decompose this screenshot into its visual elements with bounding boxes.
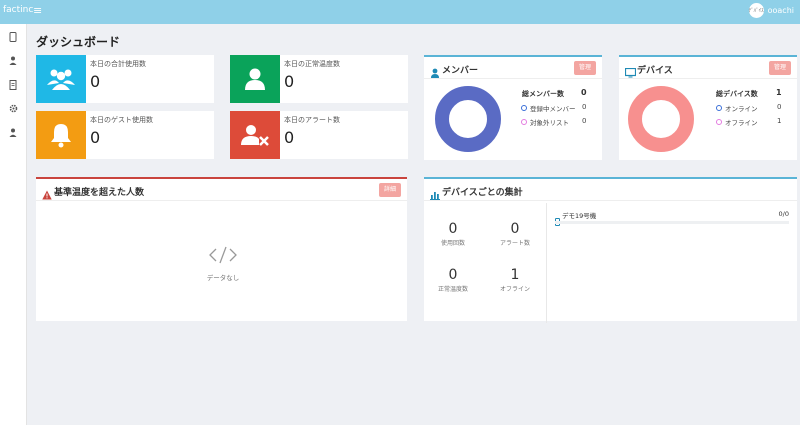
summary-stat-normal-temp: 0 正常温度数 — [428, 267, 478, 295]
stat-card-alert[interactable]: 本日のアラート数 0 — [230, 111, 408, 159]
legend-value: 0 — [582, 117, 587, 125]
member-icon — [430, 63, 440, 78]
devices-donut-chart — [628, 86, 694, 152]
panel-header: デバイス 管理 — [619, 57, 797, 79]
summary-value: 0 — [448, 221, 458, 237]
legend-label: オンライン — [725, 105, 758, 113]
stat-card-normal-temp[interactable]: 本日の正常温度数 0 — [230, 55, 408, 103]
stat-value: 0 — [284, 72, 295, 91]
stat-value: 0 — [284, 128, 295, 147]
stat-label: 本日の正常温度数 — [284, 60, 340, 68]
user-icon — [230, 55, 280, 103]
legend-label: 対象外リスト — [530, 119, 569, 127]
panel-title: デバイスごとの集計 — [442, 188, 523, 198]
user-menu[interactable]: ﾃﾞﾊﾞｲｽ ooachi — [748, 3, 794, 18]
summary-label: 正常温度数 — [438, 286, 469, 293]
stat-value: 0 — [90, 128, 101, 147]
legend-label: 登録中メンバー — [530, 105, 576, 113]
brand-logo[interactable]: factinc — [3, 5, 33, 15]
code-icon — [208, 245, 238, 265]
hamburger-menu-icon[interactable]: ≡ — [33, 4, 42, 17]
panel-title: 基準温度を超えた人数 — [54, 188, 145, 198]
total-devices-label: 総デバイス数 — [716, 90, 758, 98]
legend-item: 登録中メンバー — [521, 103, 576, 113]
summary-label: 使用回数 — [440, 240, 465, 247]
legend-value: 1 — [777, 117, 782, 125]
empty-state-text: データなし — [206, 274, 240, 282]
total-members-label: 総メンバー数 — [522, 90, 564, 98]
device-name[interactable]: デモ19号機 — [562, 210, 596, 220]
bar-chart-icon — [430, 185, 440, 200]
summary-value: 0 — [510, 221, 520, 237]
stat-card-total-usage[interactable]: 本日の合計使用数 0 — [36, 55, 214, 103]
users-group-icon — [36, 55, 86, 103]
members-donut-chart — [435, 86, 501, 152]
members-panel: メンバー 管理 総メンバー数 0 登録中メンバー 0 対象外リスト 0 — [424, 55, 602, 160]
panel-header: メンバー 管理 — [424, 57, 602, 79]
detail-button[interactable]: 詳細 — [378, 183, 401, 197]
avatar[interactable]: ﾃﾞﾊﾞｲｽ — [748, 3, 764, 18]
legend-dot-icon — [716, 105, 722, 111]
total-devices-value: 1 — [776, 88, 782, 97]
summary-label: アラート数 — [499, 240, 530, 247]
legend-item: オフライン — [716, 117, 758, 127]
stat-label: 本日のアラート数 — [284, 116, 340, 124]
manage-devices-button[interactable]: 管理 — [768, 61, 791, 75]
user-icon[interactable] — [8, 128, 18, 138]
legend-value: 0 — [582, 103, 587, 111]
sidebar — [0, 24, 27, 425]
stat-label: 本日のゲスト使用数 — [90, 116, 153, 124]
stat-label: 本日の合計使用数 — [90, 60, 146, 68]
summary-stat-usage: 0 使用回数 — [428, 221, 478, 247]
legend-item: 対象外リスト — [521, 117, 569, 127]
monitor-icon — [624, 63, 637, 78]
mobile-icon[interactable] — [8, 32, 18, 42]
summary-value: 0 — [448, 267, 458, 283]
legend-value: 0 — [777, 103, 782, 111]
devices-panel: デバイス 管理 総デバイス数 1 オンライン 0 オフライン 1 — [619, 55, 797, 160]
device-progress-bar — [555, 221, 789, 224]
panel-title: メンバー — [442, 66, 479, 76]
divider — [546, 203, 547, 323]
summary-stat-offline: 1 オフライン — [490, 267, 540, 293]
legend-dot-icon — [521, 105, 527, 111]
total-members-value: 0 — [581, 88, 587, 97]
device-ratio: 0/0 — [778, 210, 789, 218]
legend-dot-icon — [716, 119, 722, 125]
legend-item: オンライン — [716, 103, 758, 113]
manage-members-button[interactable]: 管理 — [573, 61, 596, 75]
user-remove-icon — [230, 111, 280, 159]
warning-icon — [42, 185, 52, 200]
stat-value: 0 — [90, 72, 101, 91]
bell-icon — [36, 111, 86, 159]
panel-header: 基準温度を超えた人数 詳細 — [36, 179, 407, 201]
device-summary-panel: デバイスごとの集計 0 使用回数 0 アラート数 0 正常温度数 1 オフライン… — [424, 177, 797, 323]
summary-value: 1 — [510, 267, 520, 283]
stat-card-guest-usage[interactable]: 本日のゲスト使用数 0 — [36, 111, 214, 159]
summary-stat-alert: 0 アラート数 — [490, 221, 540, 247]
document-icon[interactable] — [8, 80, 18, 90]
top-bar: factinc ≡ ﾃﾞﾊﾞｲｽ ooachi — [0, 0, 800, 24]
panel-title: デバイス — [637, 66, 673, 76]
username[interactable]: ooachi — [768, 6, 794, 15]
user-icon[interactable] — [8, 56, 18, 66]
panel-header: デバイスごとの集計 — [424, 179, 797, 201]
page-title: ダッシュボード — [36, 35, 121, 49]
summary-label: オフライン — [499, 286, 530, 293]
gear-icon[interactable] — [8, 104, 18, 114]
legend-label: オフライン — [725, 119, 758, 127]
legend-dot-icon — [521, 119, 527, 125]
over-temp-panel: 基準温度を超えた人数 詳細 データなし — [36, 177, 407, 321]
